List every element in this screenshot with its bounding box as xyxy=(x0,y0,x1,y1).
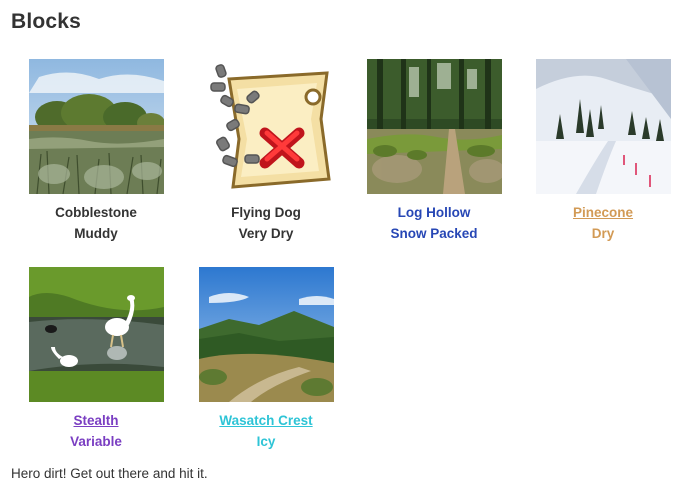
block-card-cobblestone: Cobblestone Muddy xyxy=(11,59,181,243)
block-card-pinecone: Pinecone Dry xyxy=(518,59,688,243)
block-card-log-hollow: Log Hollow Snow Packed xyxy=(349,59,519,243)
treasure-map-icon xyxy=(198,59,334,194)
marsh-meadow-photo xyxy=(28,59,164,194)
block-condition: Very Dry xyxy=(238,226,294,241)
block-name-link[interactable]: Wasatch Crest xyxy=(181,412,351,430)
forest-trail-photo xyxy=(366,59,502,194)
status-message: Hero dirt! Get out there and hit it. xyxy=(11,466,208,481)
block-condition: Snow Packed xyxy=(390,226,478,241)
block-name-link[interactable]: Stealth xyxy=(11,412,181,430)
block-condition: Muddy xyxy=(74,226,118,241)
snowy-trail-photo xyxy=(535,59,671,194)
page-title: Blocks xyxy=(11,10,82,33)
block-card-wasatch-crest: Wasatch Crest Icy xyxy=(181,267,351,451)
mountain-ridge-photo xyxy=(198,267,334,402)
block-card-stealth: Stealth Variable xyxy=(11,267,181,451)
block-condition: Icy xyxy=(256,434,276,449)
egrets-pond-photo xyxy=(28,267,164,402)
block-name: Log Hollow xyxy=(397,205,471,220)
block-condition: Dry xyxy=(591,226,615,241)
block-card-flying-dog: Flying Dog Very Dry xyxy=(181,59,351,243)
block-name: Flying Dog xyxy=(231,205,301,220)
block-condition: Variable xyxy=(70,434,122,449)
block-name-link[interactable]: Pinecone xyxy=(518,204,688,222)
block-name: Cobblestone xyxy=(55,205,137,220)
